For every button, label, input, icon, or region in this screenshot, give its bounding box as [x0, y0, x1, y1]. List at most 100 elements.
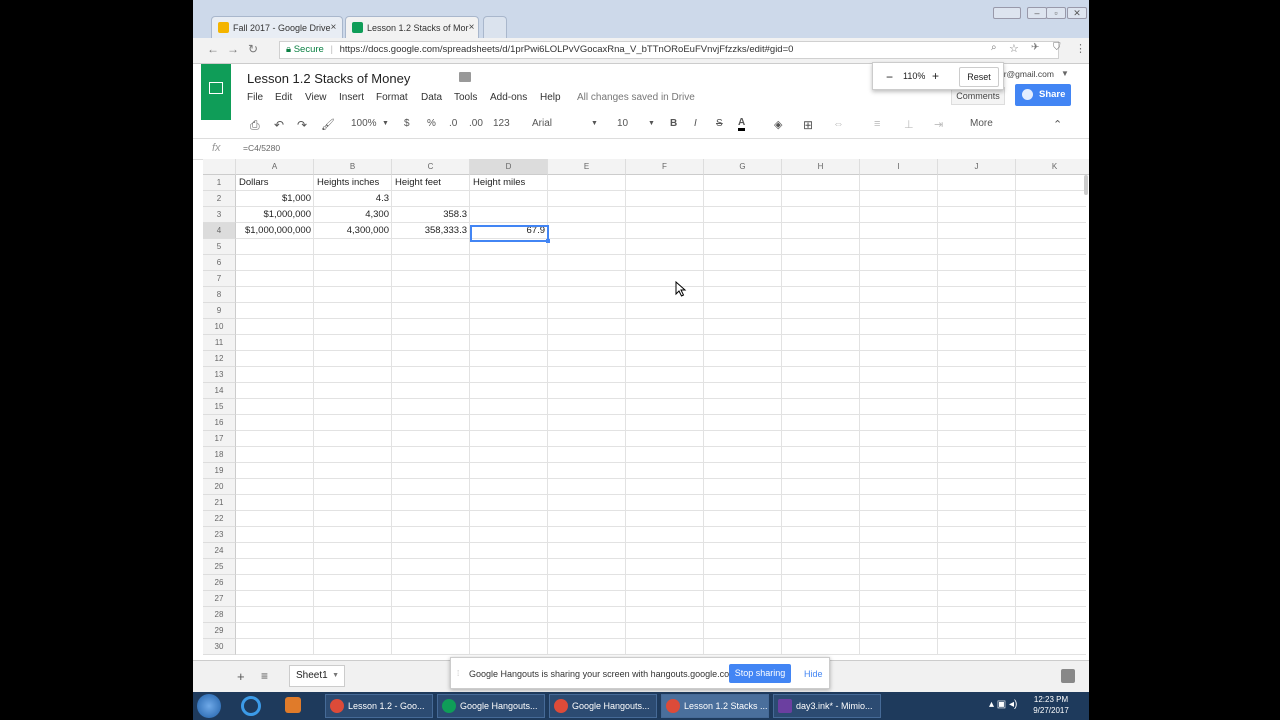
currency-button[interactable]: $: [404, 118, 410, 129]
row-header-5[interactable]: 5: [203, 239, 236, 255]
increase-decimal-button[interactable]: .00: [469, 118, 483, 129]
row-header-11[interactable]: 11: [203, 335, 236, 351]
font-chevron-icon[interactable]: ▼: [591, 120, 598, 127]
zoom-magnifier-icon[interactable]: ⌕: [991, 42, 997, 53]
valign-icon[interactable]: ⊥: [904, 118, 914, 131]
share-button[interactable]: Share: [1015, 84, 1071, 106]
menu-format[interactable]: Format: [376, 92, 408, 103]
cell-b1[interactable]: Heights inches: [314, 175, 392, 191]
row-header-1[interactable]: 1: [203, 175, 236, 191]
zoom-in-button[interactable]: +: [932, 69, 939, 83]
borders-icon[interactable]: ⊞: [803, 118, 813, 132]
column-header-i[interactable]: I: [860, 159, 938, 175]
row-header-25[interactable]: 25: [203, 559, 236, 575]
print-icon[interactable]: ⎙: [250, 118, 260, 133]
row-header-29[interactable]: 29: [203, 623, 236, 639]
row-header-21[interactable]: 21: [203, 495, 236, 511]
hide-button[interactable]: Hide: [804, 669, 823, 679]
start-button[interactable]: [197, 694, 221, 718]
zoom-chevron-icon[interactable]: ▼: [382, 120, 389, 127]
account-email[interactable]: er@gmail.com: [999, 69, 1054, 79]
ie-icon[interactable]: [241, 696, 261, 716]
menu-help[interactable]: Help: [540, 92, 561, 103]
row-header-7[interactable]: 7: [203, 271, 236, 287]
taskbar-item-lesson[interactable]: Lesson 1.2 - Goo...: [325, 694, 433, 718]
back-icon[interactable]: ←: [207, 42, 219, 56]
folder-icon[interactable]: [459, 72, 471, 82]
font-select[interactable]: Arial: [532, 118, 552, 129]
taskbar-item-mimio[interactable]: day3.ink* - Mimio...: [773, 694, 881, 718]
row-header-15[interactable]: 15: [203, 399, 236, 415]
cell-a1[interactable]: Dollars: [236, 175, 314, 191]
cell-b4[interactable]: 4,300,000: [314, 223, 392, 239]
clock-date[interactable]: 9/27/2017: [1031, 706, 1071, 715]
font-size-select[interactable]: 10: [617, 118, 628, 129]
clock-time[interactable]: 12:23 PM: [1031, 695, 1071, 704]
merge-cells-icon[interactable]: ⇔: [833, 118, 844, 130]
row-header-13[interactable]: 13: [203, 367, 236, 383]
strikethrough-button[interactable]: S: [716, 118, 723, 129]
cell-a2[interactable]: $1,000: [236, 191, 314, 207]
row-header-9[interactable]: 9: [203, 303, 236, 319]
menu-insert[interactable]: Insert: [339, 92, 364, 103]
zoom-out-button[interactable]: −: [886, 70, 893, 84]
fill-handle[interactable]: [546, 239, 550, 243]
profile-button[interactable]: [993, 7, 1021, 19]
account-chevron-icon[interactable]: ▼: [1061, 69, 1069, 78]
close-tab-icon[interactable]: ×: [469, 22, 475, 33]
add-sheet-button[interactable]: +: [237, 669, 245, 684]
taskbar-item-lesson-stacks[interactable]: Lesson 1.2 Stacks ...: [661, 694, 769, 718]
more-button[interactable]: More: [970, 118, 993, 129]
undo-icon[interactable]: ↶: [274, 118, 284, 132]
row-header-8[interactable]: 8: [203, 287, 236, 303]
row-header-18[interactable]: 18: [203, 447, 236, 463]
row-header-17[interactable]: 17: [203, 431, 236, 447]
row-header-28[interactable]: 28: [203, 607, 236, 623]
row-header-19[interactable]: 19: [203, 463, 236, 479]
zoom-reset-button[interactable]: Reset: [959, 67, 999, 87]
row-header-16[interactable]: 16: [203, 415, 236, 431]
zoom-select[interactable]: 100%: [351, 118, 377, 129]
row-header-4[interactable]: 4: [203, 223, 236, 239]
cell-a4[interactable]: $1,000,000,000: [236, 223, 314, 239]
row-header-14[interactable]: 14: [203, 383, 236, 399]
menu-tools[interactable]: Tools: [454, 92, 477, 103]
row-header-30[interactable]: 30: [203, 639, 236, 655]
row-header-10[interactable]: 10: [203, 319, 236, 335]
menu-view[interactable]: View: [305, 92, 327, 103]
redo-icon[interactable]: ↷: [297, 118, 307, 132]
wrap-icon[interactable]: ⇥: [934, 118, 943, 131]
cell-d1[interactable]: Height miles: [470, 175, 548, 191]
column-header-b[interactable]: B: [314, 159, 392, 175]
paint-format-icon[interactable]: 🖌︎: [321, 118, 335, 131]
row-header-6[interactable]: 6: [203, 255, 236, 271]
doc-title[interactable]: Lesson 1.2 Stacks of Money: [247, 71, 410, 86]
sheet-list-button[interactable]: ≡: [261, 669, 268, 683]
taskbar-item-hangouts-2[interactable]: Google Hangouts...: [549, 694, 657, 718]
stop-sharing-button[interactable]: Stop sharing: [729, 664, 791, 683]
select-all-corner[interactable]: [203, 159, 236, 175]
tab-google-drive[interactable]: Fall 2017 - Google Drive ×: [211, 16, 343, 38]
row-header-2[interactable]: 2: [203, 191, 236, 207]
new-tab-button[interactable]: [483, 16, 507, 38]
vertical-scrollbar[interactable]: [1084, 175, 1088, 195]
collapse-chevron-icon[interactable]: ⌃: [1053, 118, 1062, 131]
decrease-decimal-button[interactable]: .0: [449, 118, 457, 129]
tray-icons[interactable]: ▴ ▣ ◂): [989, 699, 1017, 710]
close-tab-icon[interactable]: ×: [331, 22, 337, 33]
tab-lesson-sheet[interactable]: Lesson 1.2 Stacks of Mor ×: [345, 16, 479, 38]
size-chevron-icon[interactable]: ▼: [648, 120, 655, 127]
column-header-h[interactable]: H: [782, 159, 860, 175]
row-header-23[interactable]: 23: [203, 527, 236, 543]
row-header-27[interactable]: 27: [203, 591, 236, 607]
maximize-icon[interactable]: ▫: [1046, 7, 1066, 19]
shield-icon[interactable]: ⛉: [1053, 42, 1061, 53]
menu-addons[interactable]: Add-ons: [490, 92, 527, 103]
percent-button[interactable]: %: [427, 118, 436, 129]
forward-icon[interactable]: →: [227, 42, 239, 56]
row-header-22[interactable]: 22: [203, 511, 236, 527]
column-header-g[interactable]: G: [704, 159, 782, 175]
cell-b3[interactable]: 4,300: [314, 207, 392, 223]
row-header-12[interactable]: 12: [203, 351, 236, 367]
taskbar-item-hangouts[interactable]: Google Hangouts...: [437, 694, 545, 718]
